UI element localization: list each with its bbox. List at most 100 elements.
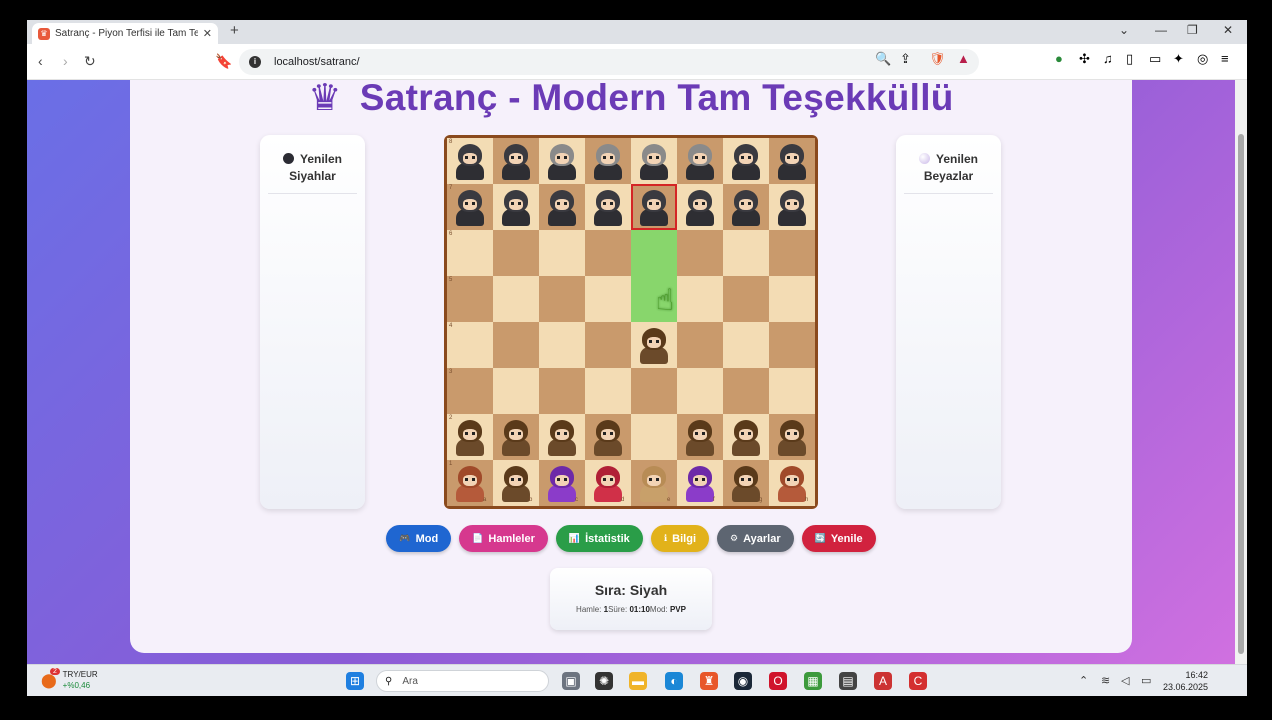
- square-a5[interactable]: 5: [447, 276, 493, 322]
- tab-search-icon[interactable]: ⌄: [1119, 23, 1129, 37]
- new-tab-button[interactable]: +: [230, 22, 239, 39]
- square-f5[interactable]: [677, 276, 723, 322]
- forward-icon[interactable]: ›: [63, 54, 68, 68]
- square-e4[interactable]: [631, 322, 677, 368]
- reload-icon[interactable]: ↻: [84, 54, 96, 68]
- tray-chevron-icon[interactable]: ⌃: [1079, 674, 1088, 687]
- square-a2[interactable]: 2: [447, 414, 493, 460]
- square-d2[interactable]: [585, 414, 631, 460]
- back-icon[interactable]: ‹: [38, 54, 43, 68]
- black-piece-b8[interactable]: [501, 144, 531, 180]
- button-bilgi[interactable]: ℹ Bilgi: [650, 525, 710, 552]
- black-piece-g8[interactable]: [731, 144, 761, 180]
- restore-icon[interactable]: ❐: [1187, 23, 1198, 37]
- square-h7[interactable]: [769, 184, 815, 230]
- black-piece-e8[interactable]: [639, 144, 669, 180]
- square-h2[interactable]: [769, 414, 815, 460]
- square-f4[interactable]: [677, 322, 723, 368]
- share-icon[interactable]: ⇪: [900, 51, 911, 67]
- square-c3[interactable]: [539, 368, 585, 414]
- button-ayarlar[interactable]: ⚙ Ayarlar: [717, 525, 794, 552]
- black-piece-b7[interactable]: [501, 190, 531, 226]
- white-piece-g1[interactable]: [731, 466, 761, 502]
- square-c7[interactable]: [539, 184, 585, 230]
- square-b5[interactable]: [493, 276, 539, 322]
- black-piece-d8[interactable]: [593, 144, 623, 180]
- chatgpt-icon[interactable]: ✺: [595, 672, 613, 690]
- wallet-icon[interactable]: ▭: [1149, 51, 1161, 67]
- square-d5[interactable]: [585, 276, 631, 322]
- square-d7[interactable]: [585, 184, 631, 230]
- square-b6[interactable]: [493, 230, 539, 276]
- edge-icon[interactable]: ◐: [665, 672, 683, 690]
- black-piece-e7[interactable]: [639, 190, 669, 226]
- black-piece-d7[interactable]: [593, 190, 623, 226]
- white-piece-a1[interactable]: [455, 466, 485, 502]
- vpn-icon[interactable]: ◎: [1197, 51, 1208, 67]
- white-piece-f1[interactable]: [685, 466, 715, 502]
- white-piece-f2[interactable]: [685, 420, 715, 456]
- brave-shield-icon[interactable]: 🛡: [929, 51, 946, 67]
- black-piece-a7[interactable]: [455, 190, 485, 226]
- menu-icon[interactable]: ≡: [1221, 51, 1229, 66]
- square-a7[interactable]: 7: [447, 184, 493, 230]
- square-e8[interactable]: [631, 138, 677, 184]
- square-e3[interactable]: [631, 368, 677, 414]
- square-f7[interactable]: [677, 184, 723, 230]
- white-piece-h2[interactable]: [777, 420, 807, 456]
- address-bar[interactable]: i localhost/satranc/: [239, 49, 979, 75]
- square-a3[interactable]: 3: [447, 368, 493, 414]
- square-a4[interactable]: 4: [447, 322, 493, 368]
- square-g3[interactable]: [723, 368, 769, 414]
- square-c6[interactable]: [539, 230, 585, 276]
- extensions-puzzle-icon[interactable]: ✣: [1079, 51, 1090, 67]
- page-scrollbar[interactable]: [1235, 80, 1247, 664]
- white-piece-b2[interactable]: [501, 420, 531, 456]
- browser-tab[interactable]: ♛ Satranç - Piyon Terfisi ile Tam Teş ✕: [32, 23, 218, 44]
- square-g8[interactable]: [723, 138, 769, 184]
- black-piece-h8[interactable]: [777, 144, 807, 180]
- square-b7[interactable]: [493, 184, 539, 230]
- file-explorer-icon[interactable]: ▬: [629, 672, 647, 690]
- leo-ai-icon[interactable]: ✦: [1173, 51, 1184, 67]
- black-piece-c8[interactable]: [547, 144, 577, 180]
- brave-rewards-icon[interactable]: ▲: [957, 51, 970, 66]
- square-c1[interactable]: [539, 460, 585, 506]
- white-piece-b1[interactable]: [501, 466, 531, 502]
- wifi-icon[interactable]: ≋: [1101, 674, 1110, 687]
- site-info-icon[interactable]: i: [249, 56, 261, 68]
- sidebar-icon[interactable]: ▯: [1126, 51, 1133, 67]
- square-a8[interactable]: 8: [447, 138, 493, 184]
- square-e2[interactable]: [631, 414, 677, 460]
- square-f3[interactable]: [677, 368, 723, 414]
- square-b8[interactable]: [493, 138, 539, 184]
- button-yenile[interactable]: 🔄 Yenile: [801, 525, 876, 552]
- square-h4[interactable]: [769, 322, 815, 368]
- app-icon-red[interactable]: A: [874, 672, 892, 690]
- white-piece-h1[interactable]: [777, 466, 807, 502]
- square-b2[interactable]: [493, 414, 539, 460]
- taskbar-search[interactable]: ⚲ Ara: [376, 670, 549, 692]
- square-b4[interactable]: [493, 322, 539, 368]
- steam-icon[interactable]: ◉: [734, 672, 752, 690]
- battery-icon[interactable]: ▭: [1141, 674, 1151, 687]
- square-e6[interactable]: [631, 230, 677, 276]
- square-c4[interactable]: [539, 322, 585, 368]
- square-c2[interactable]: [539, 414, 585, 460]
- square-g5[interactable]: [723, 276, 769, 322]
- app-icon-c[interactable]: C: [909, 672, 927, 690]
- white-piece-e4[interactable]: [639, 328, 669, 364]
- square-g7[interactable]: [723, 184, 769, 230]
- button-mod[interactable]: 🎮 Mod: [386, 525, 452, 552]
- black-piece-g7[interactable]: [731, 190, 761, 226]
- square-d3[interactable]: [585, 368, 631, 414]
- square-g4[interactable]: [723, 322, 769, 368]
- black-piece-c7[interactable]: [547, 190, 577, 226]
- extension-icon[interactable]: ●: [1055, 51, 1063, 66]
- brave-icon[interactable]: ♜: [700, 672, 718, 690]
- white-piece-d1[interactable]: [593, 466, 623, 502]
- close-window-icon[interactable]: ✕: [1223, 23, 1233, 37]
- minimize-icon[interactable]: —: [1155, 23, 1167, 37]
- white-piece-g2[interactable]: [731, 420, 761, 456]
- white-piece-a2[interactable]: [455, 420, 485, 456]
